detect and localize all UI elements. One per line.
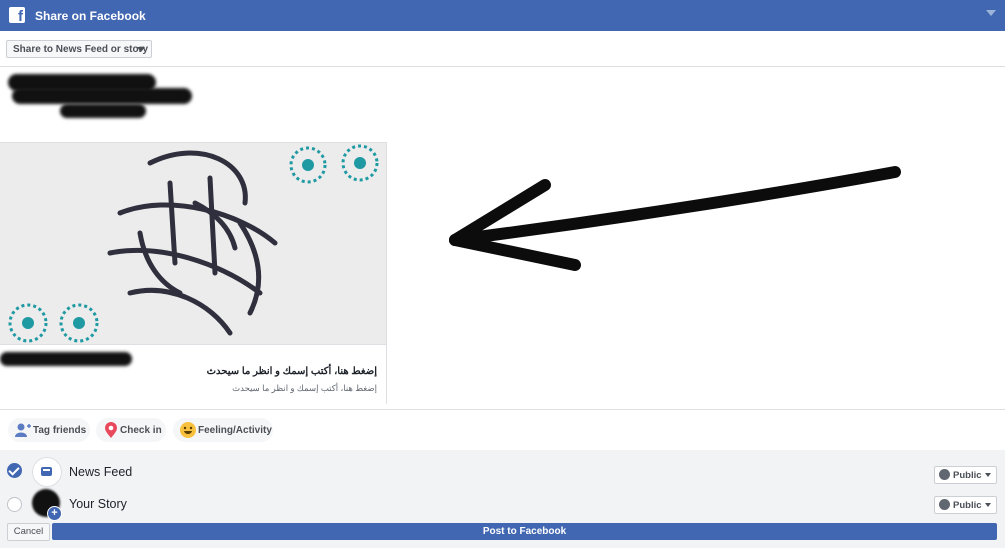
preview-caption: إضغط هنا، أكتب إسمك و انظر ما سيحدث إضغط… — [0, 344, 386, 404]
destination-label: Your Story — [69, 497, 127, 511]
chevron-down-icon — [985, 473, 991, 477]
share-target-label: Share to News Feed or story — [13, 44, 149, 55]
globe-icon — [939, 469, 950, 480]
feeling-activity-button[interactable]: Feeling/Activity — [173, 418, 273, 442]
eid-calligraphy-image — [0, 143, 386, 344]
news-feed-audience-select[interactable]: Public — [934, 466, 997, 484]
share-target-select[interactable]: Share to News Feed or story — [6, 40, 152, 58]
divider — [0, 409, 1005, 410]
your-story-audience-select[interactable]: Public — [934, 496, 997, 514]
check-in-button[interactable]: Check in — [96, 418, 166, 442]
divider — [0, 66, 1005, 67]
dialog-titlebar: f Share on Facebook — [0, 0, 1005, 31]
preview-image — [0, 143, 386, 344]
redacted-site-name — [0, 352, 132, 366]
link-preview-card[interactable]: إضغط هنا، أكتب إسمك و انظر ما سيحدث إضغط… — [0, 142, 387, 404]
tag-friends-icon — [15, 423, 31, 437]
card-title: إضغط هنا، أكتب إسمك و انظر ما سيحدث — [206, 366, 377, 377]
your-story-checkbox[interactable] — [7, 497, 22, 512]
chevron-down-icon — [137, 47, 145, 52]
news-feed-checkbox[interactable] — [7, 463, 22, 478]
hand-drawn-arrow — [449, 166, 901, 271]
dialog-title: Share on Facebook — [35, 9, 146, 23]
globe-icon — [939, 499, 950, 510]
tag-friends-button[interactable]: Tag friends — [8, 418, 90, 442]
post-to-facebook-button[interactable]: Post to Facebook — [52, 523, 997, 540]
chevron-down-icon — [985, 503, 991, 507]
news-feed-icon — [32, 457, 62, 487]
card-description: إضغط هنا، أكتب إسمك و انظر ما سيحدث — [232, 383, 377, 393]
add-story-icon: + — [47, 506, 62, 521]
location-pin-icon — [105, 422, 117, 438]
destination-label: News Feed — [69, 465, 133, 479]
facebook-logo-icon: f — [9, 7, 25, 25]
smiley-icon — [180, 422, 196, 438]
cancel-button[interactable]: Cancel — [7, 523, 50, 541]
titlebar-chevron-down-icon[interactable] — [986, 10, 996, 16]
